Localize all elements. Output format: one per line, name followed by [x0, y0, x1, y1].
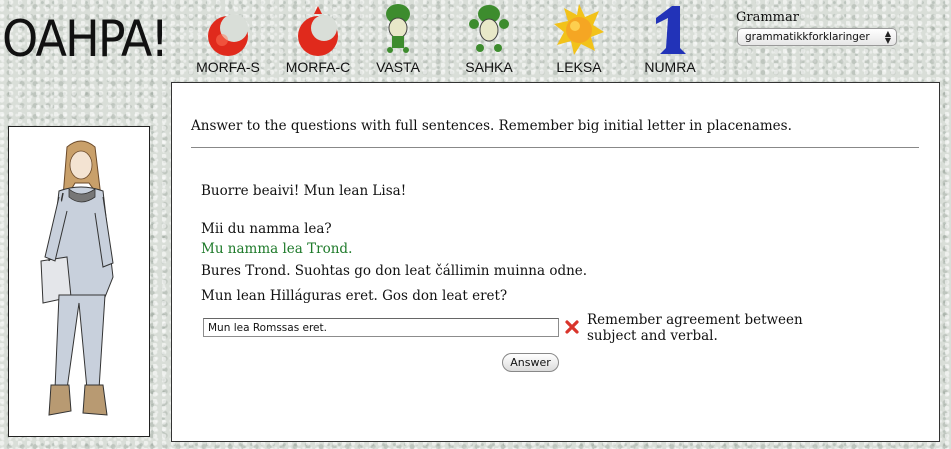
nav-label: LEKSA — [556, 59, 602, 75]
green-frog-hat-icon — [386, 4, 410, 53]
nav-label: MORFA-C — [285, 59, 351, 75]
feedback-message: Remember agreement between subject and v… — [587, 312, 803, 344]
oahpa-logo[interactable]: OAHPA! — [2, 8, 169, 70]
nav-vasta[interactable]: VASTA — [368, 0, 428, 78]
dialogue-line: Mii du namma lea? — [201, 221, 332, 237]
dialogue-line: Bures Trond. Suohtas go don leat čállimi… — [201, 263, 588, 279]
nav-label: MORFA-S — [196, 59, 260, 75]
girl-figure-illustration — [40, 140, 114, 416]
answer-button[interactable]: Answer — [502, 353, 559, 372]
green-frog-icon — [469, 5, 509, 52]
nav-leksa[interactable]: LEKSA — [546, 0, 612, 78]
exercise-panel: Answer to the questions with full senten… — [171, 82, 940, 442]
nav-label: SAHKA — [465, 59, 513, 75]
error-x-icon — [565, 320, 579, 334]
grammar-selected-value: grammatikkforklaringer — [745, 31, 870, 43]
nav-sahka[interactable]: SAHKA — [454, 0, 524, 78]
dialogue-line: Buorre beaivi! Mun lean Lisa! — [201, 183, 407, 199]
nav-numra[interactable]: NUMRA — [640, 0, 700, 78]
grammar-select[interactable]: grammatikkforklaringer ▲ ▼ — [737, 28, 897, 46]
red-moon-icon — [208, 14, 248, 56]
sun-icon — [554, 4, 604, 55]
character-illustration — [8, 126, 150, 437]
answer-input[interactable] — [203, 318, 559, 337]
red-moon-leaf-icon — [298, 6, 338, 56]
blue-number-one-icon — [656, 6, 686, 54]
nav-label: NUMRA — [644, 59, 696, 75]
instructions-text: Answer to the questions with full senten… — [191, 118, 792, 134]
divider — [191, 147, 919, 148]
nav-morfa-c[interactable]: MORFA-C — [280, 0, 356, 78]
nav-morfa-s[interactable]: MORFA-S — [190, 0, 266, 78]
nav-label: VASTA — [376, 59, 420, 75]
grammar-label: Grammar — [736, 10, 799, 25]
correct-answer-line: Mu namma lea Trond. — [201, 241, 353, 257]
select-arrows-icon: ▲ ▼ — [884, 29, 891, 45]
question-line: Mun lean Hilláguras eret. Gos don leat e… — [201, 288, 508, 304]
